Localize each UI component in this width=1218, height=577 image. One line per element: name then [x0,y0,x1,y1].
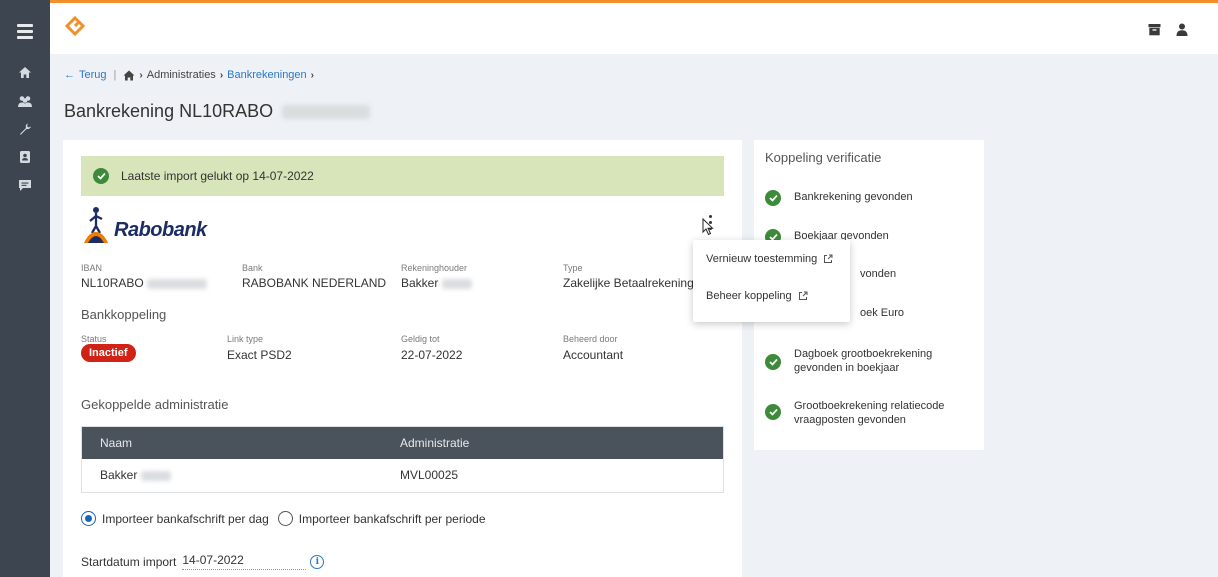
breadcrumb-administraties[interactable]: Administraties [147,69,216,81]
wrench-icon[interactable] [0,122,50,136]
verification-item: Grootboekrekening relatiecode vraagposte… [765,399,965,427]
user-icon[interactable] [1176,23,1188,36]
start-date-input[interactable]: 14-07-2022 [182,553,307,570]
redacted-value [147,278,208,289]
cell-administratie: MVL00025 [400,468,459,482]
redacted-value [282,105,371,120]
cell-naam: Bakker [100,459,171,491]
mouse-cursor-icon [702,218,714,236]
table-header: Naam Administratie [82,427,723,459]
breadcrumb-divider: | [113,69,117,81]
linked-admin-title: Gekoppelde administratie [81,397,229,412]
menu-item-manage-link[interactable]: Beheer koppeling [706,290,808,302]
top-bar [50,0,1218,54]
page-title: Bankrekening NL10RABO [64,101,371,122]
menu-item-label[interactable]: Vernieuw toestemming [706,253,817,265]
menu-item-renew-consent[interactable]: Vernieuw toestemming [706,253,833,265]
back-arrow-icon[interactable]: ← [64,69,75,81]
bank-logo: Rabobank [81,206,207,244]
iban-label: IBAN [81,263,103,273]
radio-per-period[interactable] [277,511,293,526]
page-title-text: Bankrekening NL10RABO [64,101,274,121]
verification-item: Bankrekening gevonden [765,190,913,206]
chevron-right-icon: › [310,69,315,81]
info-icon[interactable]: i [310,554,325,569]
type-label: Type [563,263,583,273]
verification-item-text: Bankrekening gevonden [794,191,913,203]
rabobank-logo-icon [84,207,108,243]
verification-item-text: Dagboek grootboekrekening gevonden in bo… [794,348,933,374]
bank-logo-text: Rabobank [114,219,207,241]
holder-value: Bakker [401,276,472,290]
valid-until-value: 22-07-2022 [401,348,463,362]
menu-item-label[interactable]: Beheer koppeling [706,290,792,302]
bank-account-card: Laatste import gelukt op 14-07-2022 Rabo… [63,140,742,577]
radio-per-period-label[interactable]: Importeer bankafschrift per periode [299,512,486,526]
verification-item-text: Grootboekrekening relatiecode vraagposte… [794,400,945,426]
radio-per-day-label[interactable]: Importeer bankafschrift per dag [102,512,269,526]
check-circle-icon [765,404,781,420]
check-circle-icon [765,190,781,206]
bank-value: RABOBANK NEDERLAND [242,276,387,290]
import-status-banner: Laatste import gelukt op 14-07-2022 [81,156,724,196]
breadcrumb-bankrekeningen[interactable]: Bankrekeningen [227,69,307,81]
table-row[interactable]: Bakker MVL00025 [82,459,723,493]
chat-icon[interactable] [0,179,50,192]
type-value: Zakelijke Betaalrekening [563,276,694,290]
link-type-value: Exact PSD2 [227,348,292,362]
contact-book-icon[interactable] [0,150,50,164]
check-circle-icon [93,168,109,184]
radio-per-day[interactable] [81,511,96,526]
valid-until-label: Geldig tot [401,334,440,344]
users-icon[interactable] [0,95,50,108]
chevron-right-icon: › [219,69,224,81]
home-icon[interactable] [123,70,135,81]
link-type-label: Link type [227,334,264,344]
holder-label: Rekeninghouder [401,263,468,273]
column-header-administratie[interactable]: Administratie [400,427,469,459]
verification-title: Koppeling verificatie [765,150,882,165]
check-circle-icon [765,354,781,370]
back-link[interactable]: Terug [79,69,107,81]
archive-icon[interactable] [1148,23,1161,36]
options-dropdown: Vernieuw toestemming Beheer koppeling [693,240,850,322]
verification-item: Dagboek grootboekrekening gevonden in bo… [765,347,965,375]
column-header-naam[interactable]: Naam [100,427,132,459]
redacted-value [441,278,472,289]
managed-by-label: Beheerd door [563,334,618,344]
sidebar [0,0,50,577]
import-mode-group: Importeer bankafschrift per dag Importee… [81,511,486,526]
start-date-row: Startdatum import 14-07-2022 i [81,553,325,570]
linked-admin-table: Naam Administratie Bakker MVL00025 [81,426,724,493]
managed-by-value: Accountant [563,348,624,362]
home-icon[interactable] [0,66,50,79]
chevron-right-icon: › [139,69,143,81]
external-link-icon [824,254,833,263]
menu-icon[interactable] [0,24,50,40]
status-label: Status [81,334,107,344]
start-date-label: Startdatum import [81,554,177,569]
status-badge: Inactief [81,344,136,362]
breadcrumb: ← Terug | › Administraties › Bankrekenin… [64,69,318,81]
bank-label: Bank [242,263,263,273]
app-logo-icon[interactable] [62,13,88,39]
iban-value: NL10RABO [81,276,208,290]
external-link-icon [798,291,808,300]
redacted-value [140,470,171,481]
import-status-text: Laatste import gelukt op 14-07-2022 [121,169,314,183]
bankkoppeling-title: Bankkoppeling [81,307,167,322]
